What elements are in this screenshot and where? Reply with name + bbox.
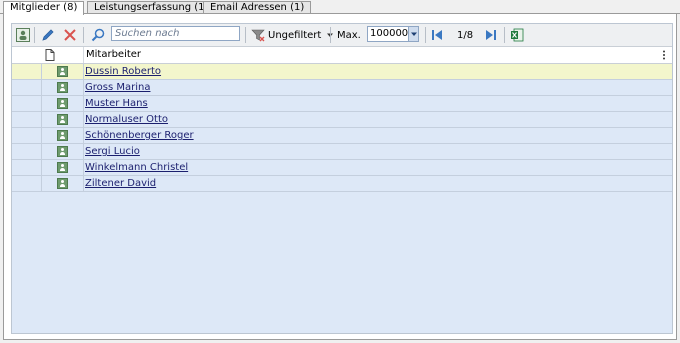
close-icon — [64, 29, 76, 41]
member-name-link[interactable]: Ziltener David — [85, 178, 156, 189]
row-selector-cell[interactable] — [12, 176, 42, 191]
person-card-icon — [16, 28, 30, 42]
person-icon — [57, 162, 68, 173]
row-icon-cell — [42, 80, 84, 95]
chevron-down-icon — [410, 32, 417, 36]
column-header-mitarbeiter[interactable]: Mitarbeiter — [84, 47, 672, 63]
last-page-icon — [486, 30, 496, 40]
table-row[interactable]: Dussin Roberto — [12, 64, 672, 80]
person-icon — [57, 130, 68, 141]
max-dropdown-button[interactable] — [408, 27, 418, 41]
row-icon-cell — [42, 176, 84, 191]
header-blank-cell — [12, 47, 42, 63]
person-icon — [57, 66, 68, 77]
max-label-wrap: Max. — [337, 27, 361, 43]
person-icon — [57, 98, 68, 109]
row-selector-cell[interactable] — [12, 96, 42, 111]
excel-icon — [511, 28, 524, 42]
toolbar-separator — [83, 27, 84, 43]
tab-label: Leistungserfassung (1) — [94, 2, 209, 13]
row-selector-cell[interactable] — [12, 160, 42, 175]
person-icon — [57, 82, 68, 93]
filter-dropdown[interactable]: Ungefiltert — [251, 27, 334, 43]
first-page-icon — [432, 30, 442, 40]
pencil-icon — [42, 29, 54, 41]
member-name-link[interactable]: Winkelmann Christel — [85, 162, 188, 173]
max-label: Max. — [337, 29, 361, 41]
table-row[interactable]: Gross Marina — [12, 80, 672, 96]
page-indicator: 1/8 — [457, 29, 474, 41]
member-name-link[interactable]: Dussin Roberto — [85, 66, 161, 77]
row-icon-cell — [42, 160, 84, 175]
toolbar-separator — [504, 27, 505, 43]
edit-button[interactable] — [41, 27, 55, 43]
excel-export-button[interactable] — [510, 27, 524, 43]
row-selector-cell[interactable] — [12, 144, 42, 159]
tab-panel: Suchen nach Ungefiltert Max. 100000 1/8 … — [3, 14, 677, 340]
header-icon-cell — [42, 47, 84, 63]
row-icon-cell — [42, 64, 84, 79]
row-selector-cell[interactable] — [12, 64, 42, 79]
member-name-link[interactable]: Sergi Lucio — [85, 146, 140, 157]
filter-label: Ungefiltert — [268, 29, 322, 41]
column-menu-icon[interactable] — [662, 50, 666, 60]
toolbar-separator — [425, 27, 426, 43]
toolbar-separator — [245, 27, 246, 43]
row-selector-cell[interactable] — [12, 80, 42, 95]
table-row[interactable]: Sergi Lucio — [12, 144, 672, 160]
toolbar-separator — [330, 27, 331, 43]
table-row[interactable]: Winkelmann Christel — [12, 160, 672, 176]
grid-header: Mitarbeiter — [12, 47, 672, 64]
filter-icon — [251, 29, 265, 42]
grid-frame: Suchen nach Ungefiltert Max. 100000 1/8 … — [11, 23, 673, 334]
tab-mitglieder[interactable]: Mitglieder (8) — [3, 1, 85, 15]
max-value: 100000 — [370, 28, 409, 39]
table-row[interactable]: Schönenberger Roger — [12, 128, 672, 144]
row-selector-cell[interactable] — [12, 128, 42, 143]
last-page-button[interactable] — [484, 27, 498, 43]
row-icon-cell — [42, 128, 84, 143]
search-button[interactable] — [91, 27, 105, 43]
delete-button[interactable] — [63, 27, 77, 43]
table-row[interactable]: Normaluser Otto — [12, 112, 672, 128]
member-name-link[interactable]: Normaluser Otto — [85, 114, 168, 125]
row-icon-cell — [42, 144, 84, 159]
page-indicator-wrap: 1/8 — [457, 27, 473, 43]
row-icon-cell — [42, 112, 84, 127]
table-row[interactable]: Ziltener David — [12, 176, 672, 192]
member-name-link[interactable]: Gross Marina — [85, 82, 150, 93]
table-row[interactable]: Muster Hans — [12, 96, 672, 112]
tab-label: Mitglieder (8) — [10, 2, 78, 13]
column-header-label: Mitarbeiter — [86, 49, 142, 60]
new-member-button[interactable] — [16, 27, 30, 43]
toolbar-separator — [34, 27, 35, 43]
first-page-button[interactable] — [430, 27, 444, 43]
person-icon — [57, 146, 68, 157]
row-icon-cell — [42, 96, 84, 111]
tab-label: Email Adressen (1) — [210, 2, 305, 13]
search-icon — [91, 28, 105, 42]
tab-bar: Mitglieder (8) Leistungserfassung (1) Em… — [0, 0, 680, 15]
document-icon — [45, 49, 55, 61]
member-name-link[interactable]: Muster Hans — [85, 98, 148, 109]
person-icon — [57, 114, 68, 125]
max-select[interactable]: 100000 — [367, 26, 419, 42]
person-icon — [57, 178, 68, 189]
search-input[interactable]: Suchen nach — [111, 26, 240, 41]
row-selector-cell[interactable] — [12, 112, 42, 127]
toolbar: Suchen nach Ungefiltert Max. 100000 1/8 — [12, 24, 672, 47]
member-name-link[interactable]: Schönenberger Roger — [85, 130, 194, 141]
